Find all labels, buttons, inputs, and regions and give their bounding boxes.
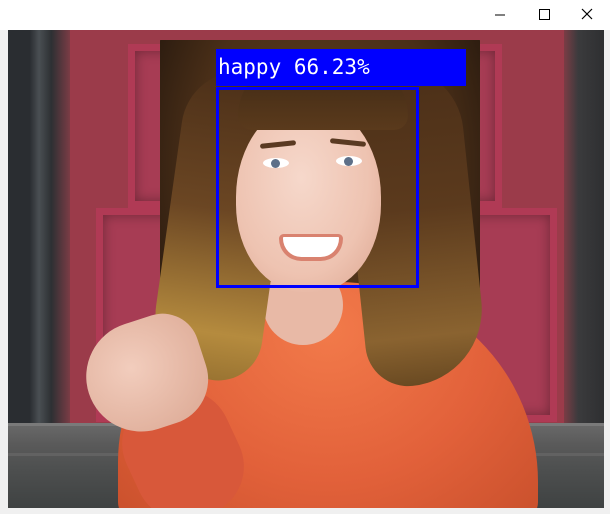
face-detection-box [216,87,419,288]
emotion-label: happy 66.23% [216,49,466,86]
maximize-icon [539,9,550,20]
close-button[interactable] [564,0,610,30]
image-viewport: happy 66.23% [8,30,604,508]
minimize-button[interactable] [477,0,523,30]
minimize-icon [495,14,505,16]
maximize-button[interactable] [521,0,567,30]
close-icon [581,8,593,20]
title-bar[interactable] [0,0,610,30]
app-window: happy 66.23% [0,0,610,514]
emotion-label-text: happy 66.23% [218,55,370,79]
